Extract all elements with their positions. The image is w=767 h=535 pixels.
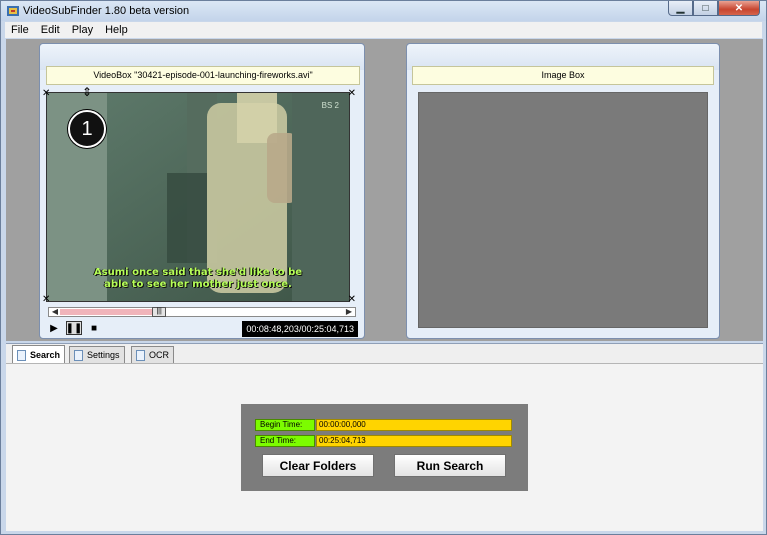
tab-ocr[interactable]: OCR (131, 346, 174, 363)
tab-settings[interactable]: Settings (69, 346, 125, 363)
channel-watermark: BS 2 (321, 101, 339, 110)
begin-time-input[interactable]: 00:00:00,000 (316, 419, 512, 431)
subtitle-line-2: able to see her mother just once. (104, 279, 292, 290)
seek-thumb[interactable]: ||| (152, 307, 167, 317)
seek-right-arrow-icon[interactable]: ▶ (344, 307, 354, 317)
menu-file[interactable]: File (5, 24, 35, 36)
tab-bar: Search Settings OCR (6, 343, 763, 364)
step-badge: 1 (68, 110, 106, 148)
stop-icon: ■ (90, 322, 98, 334)
image-box-title: Image Box (412, 66, 714, 85)
document-icon (17, 349, 26, 361)
minimize-icon: ▁ (676, 2, 685, 14)
timecode-display: 00:08:48,203/00:25:04,713 (242, 321, 358, 337)
close-button[interactable]: ✕ (718, 1, 760, 16)
video-box-panel: VideoBox "30421-episode-001-launching-fi… (39, 43, 365, 339)
clear-folders-button[interactable]: Clear Folders (262, 454, 374, 477)
app-icon (7, 6, 19, 16)
tab-search[interactable]: Search (12, 345, 66, 364)
menu-edit[interactable]: Edit (35, 24, 66, 36)
end-time-input[interactable]: 00:25:04,713 (316, 435, 512, 447)
image-box-panel: Image Box (406, 43, 720, 339)
menu-bar: File Edit Play Help (5, 22, 762, 38)
tab-search-label: Search (30, 350, 61, 360)
document-icon (136, 349, 145, 361)
title-bar[interactable]: VideoSubFinder 1.80 beta version ▁ □ ✕ (1, 1, 766, 21)
search-tab-content: Begin Time: 00:00:00,000 End Time: 00:25… (6, 363, 763, 531)
menu-play[interactable]: Play (66, 24, 99, 36)
pause-button[interactable]: ❚❚ (66, 321, 82, 335)
run-search-button[interactable]: Run Search (394, 454, 506, 477)
app-window: VideoSubFinder 1.80 beta version ▁ □ ✕ F… (0, 0, 767, 535)
seek-bar-played (60, 309, 160, 315)
begin-time-label: Begin Time: (255, 419, 315, 431)
end-time-row: End Time: 00:25:04,713 (255, 435, 512, 447)
window-title: VideoSubFinder 1.80 beta version (23, 5, 190, 17)
subtitle-line-1: Asumi once said that she'd like to be (93, 267, 303, 278)
search-panel: Begin Time: 00:00:00,000 End Time: 00:25… (241, 404, 528, 491)
close-icon: ✕ (734, 2, 744, 14)
workspace: VideoBox "30421-episode-001-launching-fi… (6, 39, 763, 341)
maximize-icon: □ (702, 2, 709, 14)
seek-left-arrow-icon[interactable]: ◀ (50, 307, 60, 317)
play-button[interactable]: ▶ (46, 321, 62, 335)
maximize-button[interactable]: □ (693, 1, 718, 16)
tab-settings-label: Settings (87, 350, 120, 360)
pause-icon: ❚❚ (65, 322, 83, 334)
document-icon (74, 349, 83, 361)
stop-button[interactable]: ■ (86, 321, 102, 335)
play-icon: ▶ (50, 322, 58, 334)
playback-controls: ▶ ❚❚ ■ 00:08:48,203/00:25:04,713 (46, 321, 360, 337)
minimize-button[interactable]: ▁ (668, 1, 693, 16)
tab-ocr-label: OCR (149, 350, 169, 360)
menu-help[interactable]: Help (99, 24, 134, 36)
video-box-title: VideoBox "30421-episode-001-launching-fi… (46, 66, 360, 85)
seek-bar[interactable]: ◀ ||| ▶ (48, 307, 356, 317)
image-preview-area (418, 92, 708, 328)
end-time-label: End Time: (255, 435, 315, 447)
begin-time-row: Begin Time: 00:00:00,000 (255, 419, 512, 431)
